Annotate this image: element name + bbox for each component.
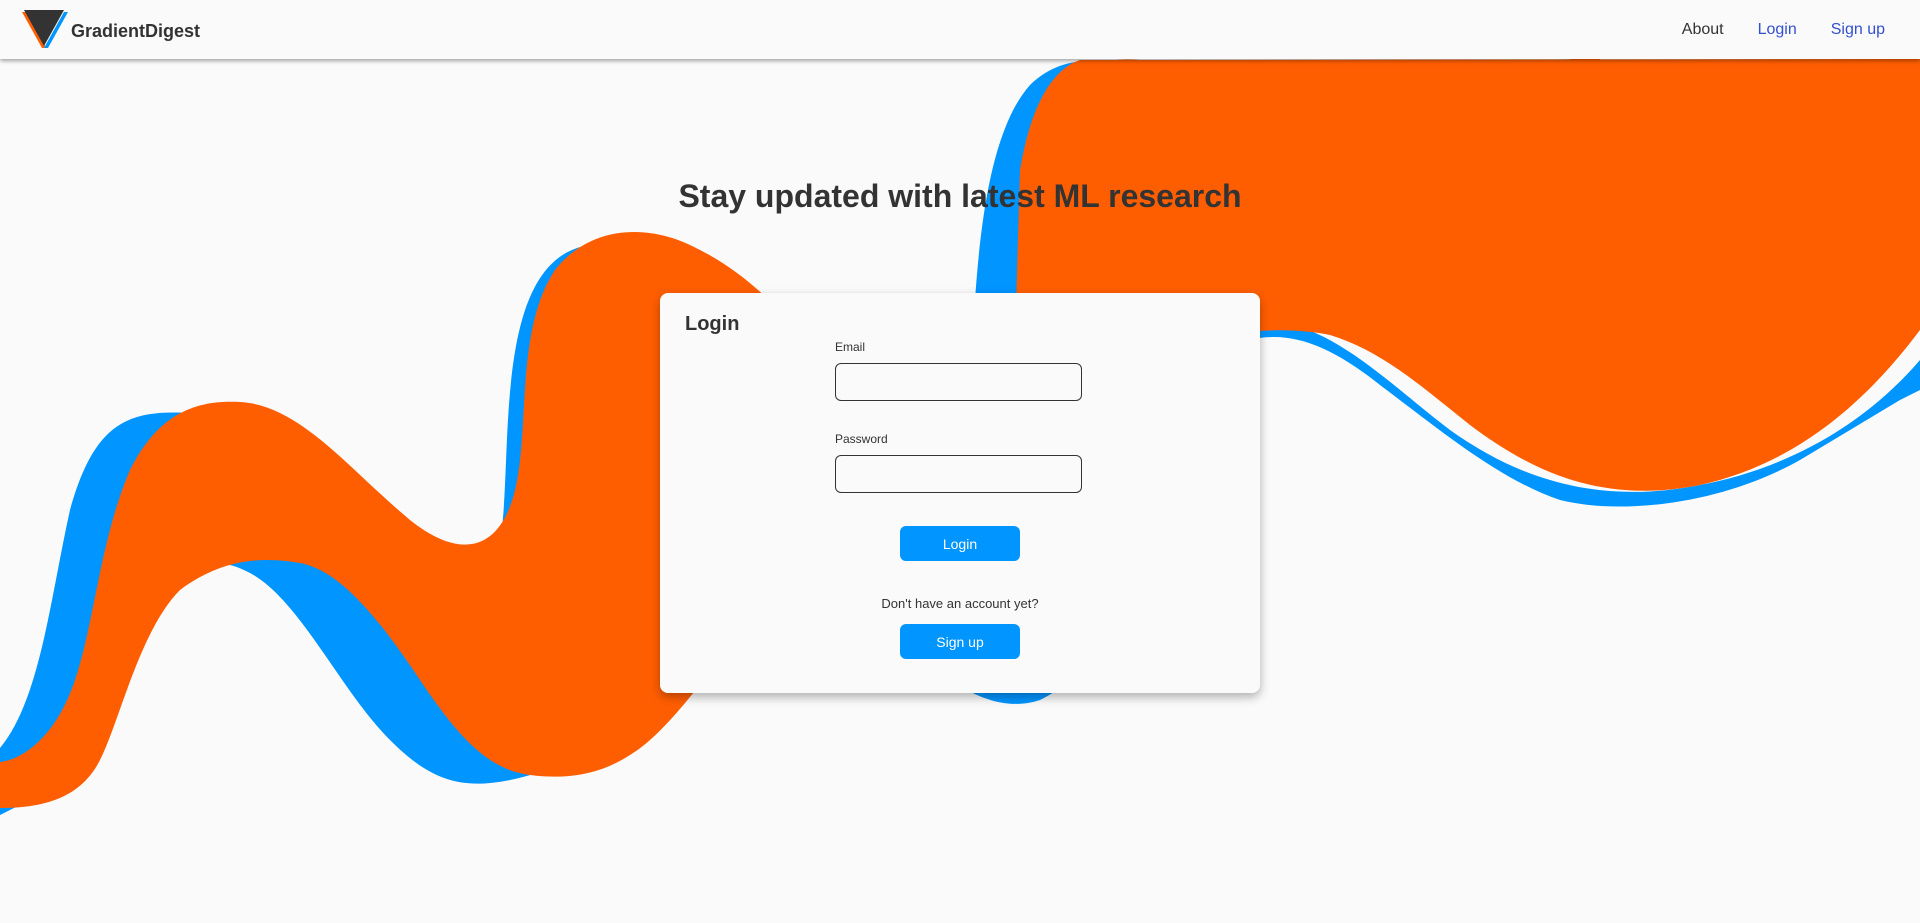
top-navbar: GradientDigest About Login Sign up — [0, 0, 1920, 59]
email-label: Email — [835, 340, 866, 354]
signup-prompt: Don't have an account yet? — [881, 596, 1039, 611]
triangle-logo-icon — [22, 10, 68, 48]
nav-about-link[interactable]: About — [1682, 21, 1724, 39]
email-field[interactable] — [835, 363, 1082, 401]
login-button[interactable]: Login — [900, 526, 1020, 561]
nav-links: About Login Sign up — [1682, 0, 1920, 59]
login-card: Login Email Password Login Don't have an… — [660, 293, 1260, 693]
hero-headline: Stay updated with latest ML research — [678, 178, 1242, 214]
brand-name: GradientDigest — [71, 21, 201, 41]
password-field[interactable] — [835, 455, 1082, 493]
nav-signup-link[interactable]: Sign up — [1831, 21, 1885, 39]
nav-login-link[interactable]: Login — [1758, 21, 1797, 39]
signup-button[interactable]: Sign up — [900, 624, 1020, 659]
password-label: Password — [835, 432, 888, 446]
brand[interactable]: GradientDigest — [20, 8, 200, 52]
login-card-title: Login — [685, 313, 740, 335]
